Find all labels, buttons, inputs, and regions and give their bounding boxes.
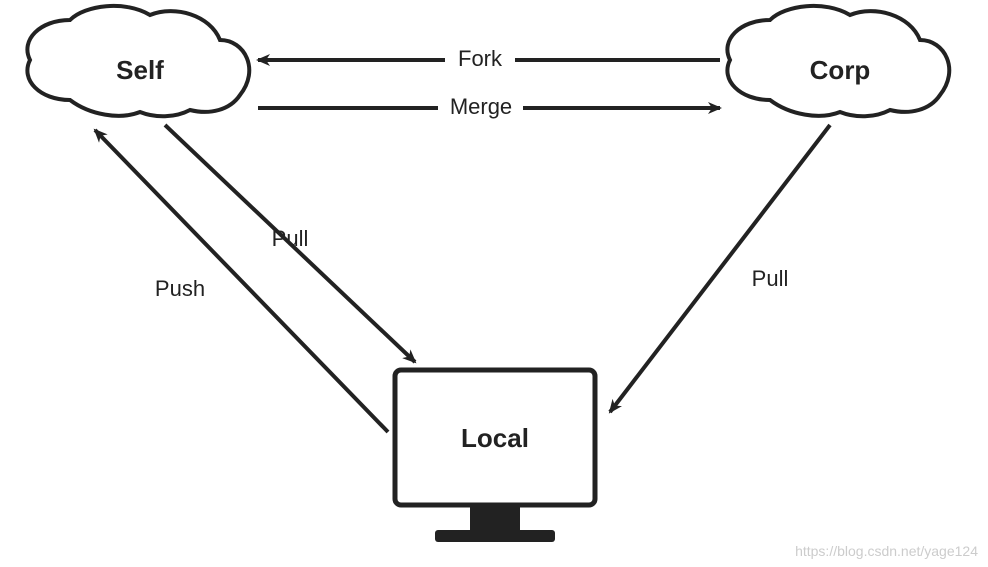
cloud-corp: Corp — [727, 6, 949, 116]
git-workflow-diagram: Self Corp Local Fork Merge Push Pull Pul… — [0, 0, 988, 567]
monitor-local: Local — [395, 370, 595, 542]
push-label: Push — [155, 276, 205, 301]
pull-self-label: Pull — [272, 226, 309, 251]
merge-label: Merge — [450, 94, 512, 119]
fork-label: Fork — [458, 46, 503, 71]
cloud-self: Self — [27, 6, 249, 116]
arrow-push — [95, 130, 388, 432]
local-label: Local — [461, 423, 529, 453]
self-label: Self — [116, 55, 164, 85]
arrow-pull-corp — [610, 125, 830, 412]
corp-label: Corp — [810, 55, 871, 85]
pull-corp-label: Pull — [752, 266, 789, 291]
watermark: https://blog.csdn.net/yage124 — [795, 543, 978, 559]
